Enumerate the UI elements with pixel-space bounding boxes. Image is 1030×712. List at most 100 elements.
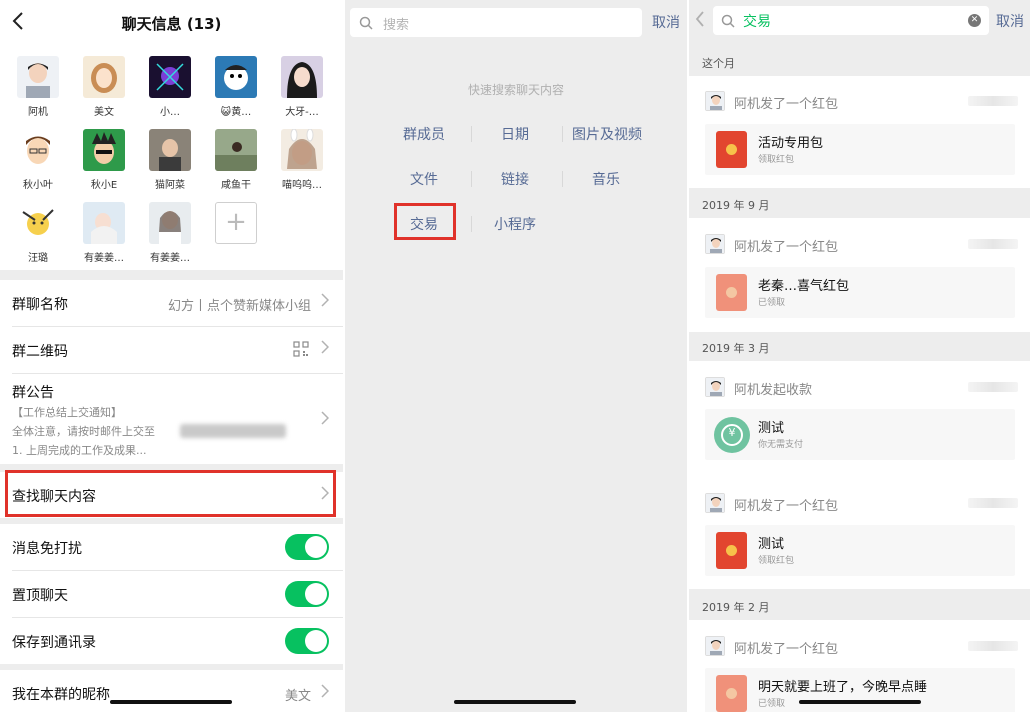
member-item[interactable]: 秋小叶 <box>8 129 68 191</box>
category-members[interactable]: 群成员 <box>379 124 469 144</box>
member-item[interactable]: 有姜姜… <box>140 202 200 264</box>
transaction-item[interactable]: 阿机发了一个红包 活动专用包 领取红包 <box>689 76 1030 188</box>
add-member-item[interactable]: + <box>206 202 266 244</box>
member-item[interactable]: 小… <box>140 56 200 118</box>
category-mini-programs[interactable]: 小程序 <box>470 214 560 234</box>
packet-title: 测试 <box>758 537 785 552</box>
red-packet-seal <box>726 287 737 298</box>
member-item[interactable]: 😺黄… <box>206 56 266 118</box>
mute-toggle[interactable] <box>285 534 329 560</box>
member-name: 有姜姜… <box>84 253 124 264</box>
category-links[interactable]: 链接 <box>470 169 560 189</box>
member-name: 喵呜呜… <box>282 180 322 191</box>
redacted-time <box>968 239 1018 249</box>
avatar <box>83 56 125 98</box>
qr-code-row[interactable]: 群二维码 <box>0 327 343 373</box>
highlight-box <box>394 203 456 240</box>
red-packet-card[interactable]: 明天就要上班了，今晚早点睡 已领取 <box>705 668 1015 712</box>
notice-line: 1. 上周完成的工作及成果... <box>12 444 147 457</box>
avatar <box>705 377 725 397</box>
quick-search-title: 快速搜索聊天内容 <box>467 83 564 97</box>
toggle-knob <box>305 536 327 558</box>
avatar <box>215 129 257 171</box>
member-name: 咸鱼干 <box>221 180 251 191</box>
qr-code-label: 群二维码 <box>12 344 68 360</box>
mute-row: 消息免打扰 <box>0 524 343 570</box>
member-item[interactable]: 阿机 <box>8 56 68 118</box>
avatar <box>17 56 59 98</box>
payment-title: 测试 <box>758 421 785 436</box>
red-packet-icon <box>716 131 747 168</box>
search-value: 交易 <box>743 14 771 30</box>
member-item[interactable]: 大牙-… <box>272 56 332 118</box>
member-item[interactable]: 猫阿菜 <box>140 129 200 191</box>
member-name: 小… <box>160 107 180 118</box>
redacted-time <box>968 382 1018 392</box>
avatar <box>281 129 323 171</box>
nickname-row[interactable]: 我在本群的昵称 美文 <box>0 670 343 712</box>
month-header: 2019 年 9 月 <box>702 199 770 212</box>
red-packet-seal <box>726 144 737 155</box>
payment-request-card[interactable]: ¥ 测试 你无需支付 <box>705 409 1015 460</box>
member-name: 美文 <box>94 107 114 118</box>
cancel-button[interactable]: 取消 <box>996 11 1024 31</box>
avatar <box>17 129 59 171</box>
search-input[interactable]: 交易 ✕ <box>713 6 989 35</box>
pin-toggle[interactable] <box>285 581 329 607</box>
avatar <box>83 129 125 171</box>
notice-line: 【工作总结上交通知】 <box>12 406 122 419</box>
avatar <box>83 202 125 244</box>
red-packet-card[interactable]: 活动专用包 领取红包 <box>705 124 1015 175</box>
home-indicator <box>110 700 232 704</box>
transaction-item[interactable]: 阿机发了一个红包 老秦…喜气红包 已领取 <box>689 218 1030 332</box>
sender-text: 阿机发起收款 <box>734 383 813 398</box>
avatar <box>705 234 725 254</box>
packet-title: 明天就要上班了，今晚早点睡 <box>758 680 928 695</box>
red-packet-card[interactable]: 测试 领取红包 <box>705 525 1015 576</box>
group-notice-row[interactable]: 群公告 【工作总结上交通知】 全体注意，请按时邮件上交至 1. 上周完成的工作及… <box>0 374 343 464</box>
add-member-button[interactable]: + <box>215 202 257 244</box>
search-chat-panel: 搜索 取消 快速搜索聊天内容 群成员 日期 图片及视频 文件 链接 音乐 交易 … <box>345 0 687 712</box>
redacted-time <box>968 498 1018 508</box>
redacted-text <box>180 424 286 438</box>
receipt-icon: ¥ <box>728 426 736 439</box>
member-item[interactable]: 咸鱼干 <box>206 129 266 191</box>
red-packet-icon <box>716 274 747 311</box>
member-name: 阿机 <box>28 107 48 118</box>
packet-status: 已领取 <box>758 298 786 308</box>
red-packet-card[interactable]: 老秦…喜气红包 已领取 <box>705 267 1015 318</box>
avatar <box>149 129 191 171</box>
save-contact-toggle[interactable] <box>285 628 329 654</box>
transaction-group: 阿机发起收款 ¥ 测试 你无需支付 阿机发了一个红包 测试 领取红包 <box>689 361 1030 589</box>
member-item[interactable]: 秋小E <box>74 129 134 191</box>
member-name: 😺黄… <box>220 107 252 118</box>
red-packet-seal <box>726 688 737 699</box>
member-item[interactable]: 美文 <box>74 56 134 118</box>
back-icon[interactable] <box>695 10 705 31</box>
sender-text: 阿机发了一个红包 <box>734 642 839 657</box>
clear-icon[interactable]: ✕ <box>968 14 981 27</box>
packet-status: 领取红包 <box>758 556 795 566</box>
save-contact-label: 保存到通讯录 <box>12 635 96 651</box>
nickname-value: 美文 <box>284 689 311 704</box>
sender-text: 阿机发了一个红包 <box>734 499 839 514</box>
member-item[interactable]: 汪璐 <box>8 202 68 264</box>
packet-title: 老秦…喜气红包 <box>758 279 850 294</box>
transaction-item[interactable]: 阿机发了一个红包 明天就要上班了，今晚早点睡 已领取 <box>689 620 1030 712</box>
category-files[interactable]: 文件 <box>379 169 469 189</box>
member-item[interactable]: 有姜姜… <box>74 202 134 264</box>
packet-status: 已领取 <box>758 699 786 709</box>
cancel-button[interactable]: 取消 <box>652 12 680 32</box>
member-name: 大牙-… <box>285 107 319 118</box>
member-item[interactable]: 喵呜呜… <box>272 129 332 191</box>
category-media[interactable]: 图片及视频 <box>561 124 653 144</box>
search-input[interactable]: 搜索 <box>350 8 642 37</box>
category-date[interactable]: 日期 <box>470 124 560 144</box>
toggle-knob <box>305 630 327 652</box>
category-music[interactable]: 音乐 <box>561 169 651 189</box>
transaction-results-panel: 交易 ✕ 取消 这个月 阿机发了一个红包 活动专用包 领取红包 2019 年 9… <box>689 0 1030 712</box>
avatar <box>705 493 725 513</box>
group-name-row[interactable]: 群聊名称 幻方丨点个赞新媒体小组 <box>0 280 343 326</box>
sender-text: 阿机发了一个红包 <box>734 97 839 112</box>
pin-row: 置顶聊天 <box>0 571 343 617</box>
